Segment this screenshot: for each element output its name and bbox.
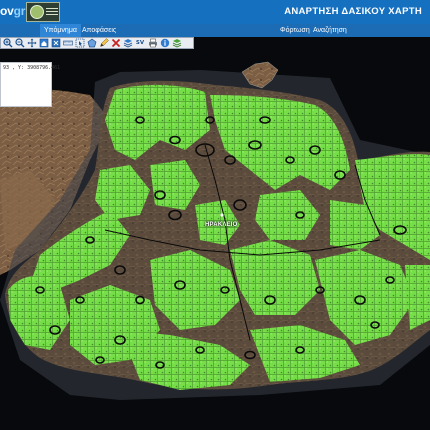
zoom-out-icon[interactable] [14,38,25,48]
satellite-map [0,49,430,430]
polygon-icon[interactable] [86,38,97,48]
menu-decisions[interactable]: Αποφάσεις [78,24,120,37]
map-canvas[interactable]: ΗΡΑΚΛΕΙΟ [0,49,430,430]
info-icon[interactable] [159,38,170,48]
basemap-icon[interactable] [171,38,182,48]
edit-icon[interactable] [98,38,109,48]
home-icon[interactable] [38,38,49,48]
select-icon[interactable] [74,38,85,48]
ministry-emblem-icon [26,2,60,22]
app-header: ovgr ΑΝΑΡΤΗΣΗ ΔΑΣΙΚΟΥ ΧΑΡΤΗ [0,0,430,25]
identify-icon[interactable] [50,38,61,48]
zoom-in-icon[interactable] [2,38,13,48]
city-label: ΗΡΑΚΛΕΙΟ [205,222,238,228]
measure-icon[interactable] [62,38,73,48]
coordinate-text: 93 , Y: 3908796.461 [3,65,61,71]
logo-text: ovgr [0,4,26,18]
city-marker [220,213,224,217]
pan-icon[interactable] [26,38,37,48]
page-title: ΑΝΑΡΤΗΣΗ ΔΑΣΙΚΟΥ ΧΑΡΤΗ [284,6,422,17]
sv-label: SV [135,40,145,46]
coordinate-readout: 93 , Y: 3908796.461 [0,62,60,107]
menu-legend[interactable]: Υπόμνημα [40,24,81,37]
map-toolbar: SV [0,37,194,49]
clear-icon[interactable] [110,38,121,48]
menubar: Υπόμνημα Αποφάσεις Φόρτωση Αναζήτηση [0,24,430,37]
layers-icon[interactable] [122,38,133,48]
site-logo[interactable]: ovgr [0,2,25,20]
sv-icon[interactable]: SV [134,38,146,48]
menu-search[interactable]: Αναζήτηση [309,24,351,37]
print-icon[interactable] [147,38,158,48]
